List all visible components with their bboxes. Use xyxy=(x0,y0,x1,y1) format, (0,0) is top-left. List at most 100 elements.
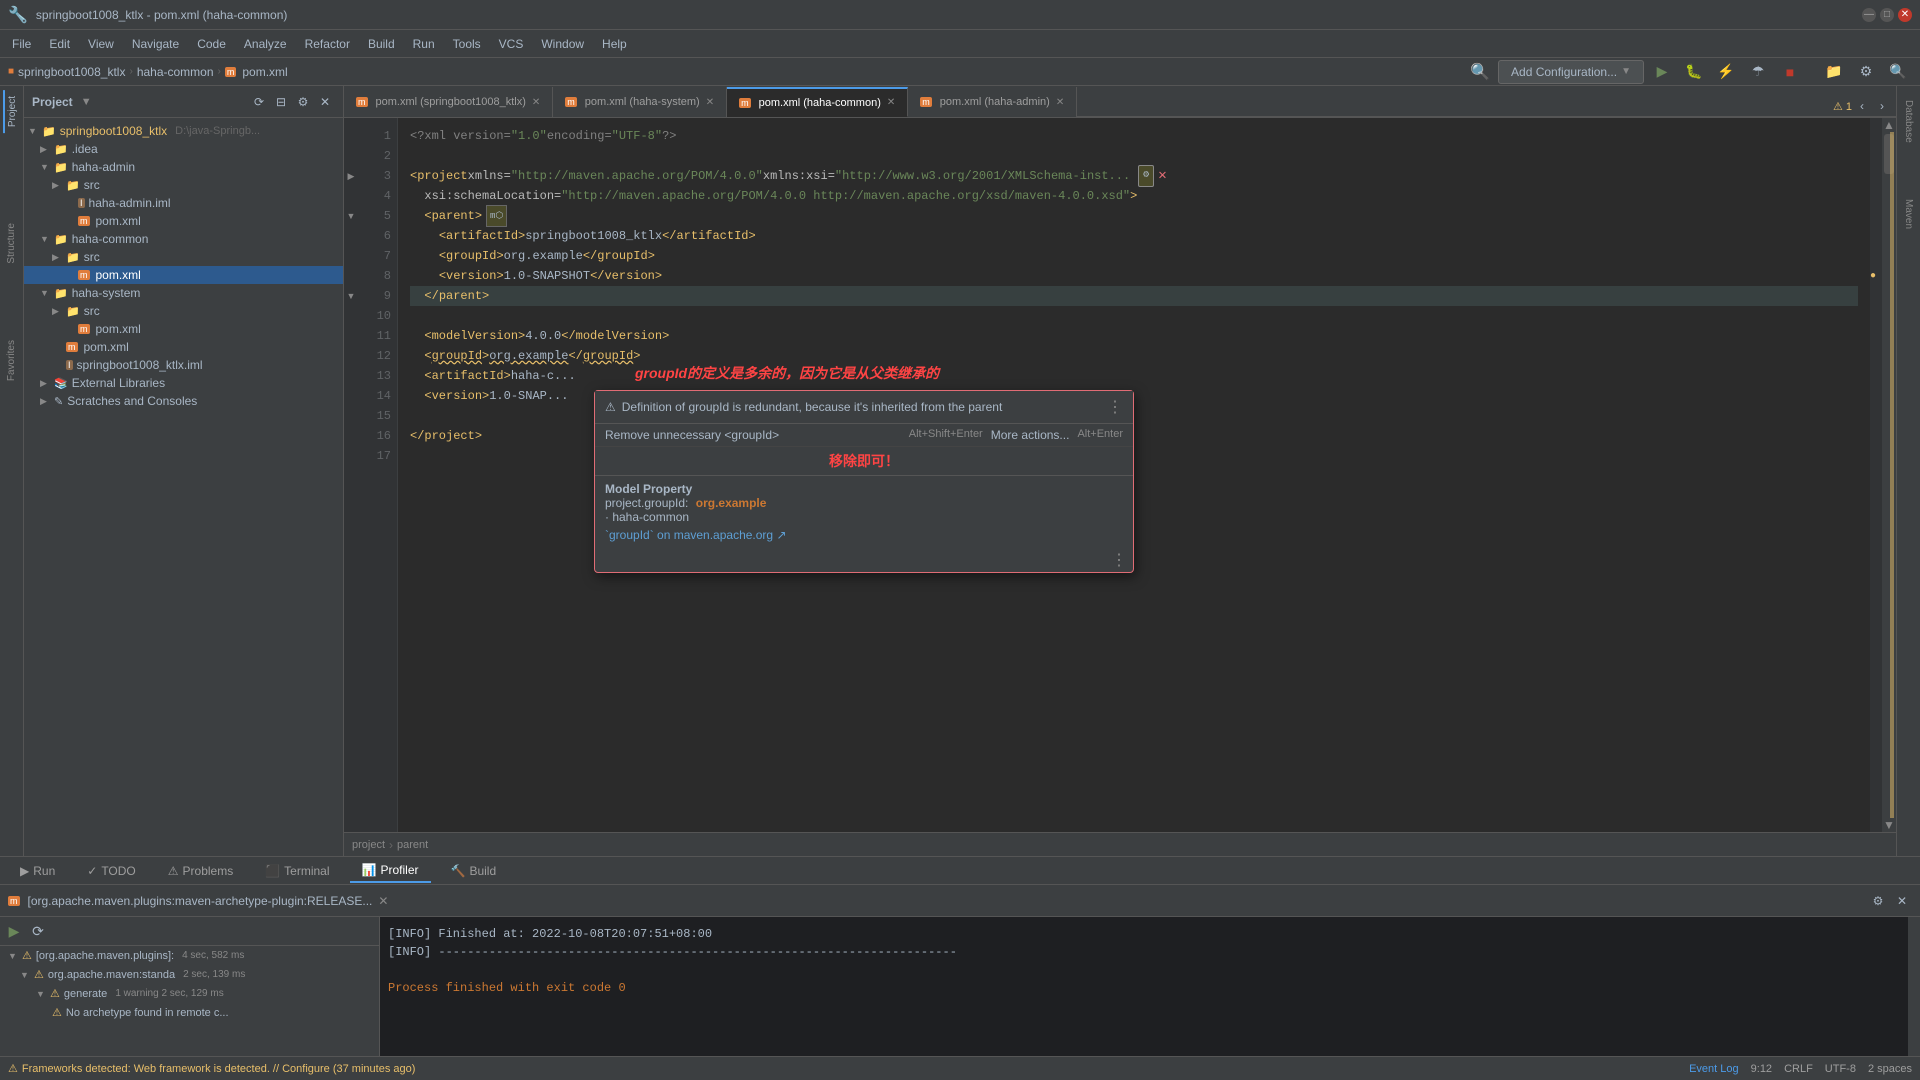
run-tree-root[interactable]: ▼ ⚠ [org.apache.maven.plugins]: 4 sec, 5… xyxy=(0,946,379,965)
tree-idea[interactable]: ▶ 📁 .idea xyxy=(24,140,343,158)
fold-3-icon[interactable]: ▶ xyxy=(348,166,355,186)
breadcrumb-project[interactable]: project xyxy=(352,839,385,851)
minimize-button[interactable]: — xyxy=(1862,8,1876,22)
collapse-all-button[interactable]: ⊟ xyxy=(271,92,291,112)
menu-tools[interactable]: Tools xyxy=(445,33,489,55)
tree-common-pom[interactable]: ▶ m pom.xml xyxy=(24,266,343,284)
bottom-scrollbar[interactable] xyxy=(1908,917,1920,1056)
maven-tab[interactable]: Maven xyxy=(1901,193,1916,235)
scroll-left-tab[interactable]: ‹ xyxy=(1852,96,1872,116)
tab4-close[interactable]: ✕ xyxy=(1056,97,1064,108)
project-dropdown-icon[interactable]: ▼ xyxy=(81,96,92,108)
run-tree-noarchetype[interactable]: ⚠ No archetype found in remote c... xyxy=(0,1003,379,1022)
panel-settings-button[interactable]: ⚙ xyxy=(293,92,313,112)
scroll-track[interactable] xyxy=(1882,132,1896,818)
run-play-button[interactable]: ▶ xyxy=(4,921,24,941)
menu-build[interactable]: Build xyxy=(360,33,403,55)
breadcrumb-parent[interactable]: parent xyxy=(397,839,428,851)
breadcrumb-module[interactable]: haha-common xyxy=(137,65,214,79)
search-everywhere-button[interactable]: 🔍 xyxy=(1466,58,1494,86)
tab-pom-ktlx[interactable]: m pom.xml (springboot1008_ktlx) ✕ xyxy=(344,87,553,117)
scroll-right-tab[interactable]: › xyxy=(1872,96,1892,116)
run-button[interactable]: ▶ xyxy=(1648,58,1676,86)
tab1-close[interactable]: ✕ xyxy=(532,97,540,108)
tree-root-iml[interactable]: ▶ I springboot1008_ktlx.iml xyxy=(24,356,343,374)
tab2-close[interactable]: ✕ xyxy=(706,97,714,108)
run-bottom-tab[interactable]: ▶ Run xyxy=(8,860,67,882)
run-tree-standa[interactable]: ▼ ⚠ org.apache.maven:standa 2 sec, 139 m… xyxy=(0,965,379,984)
close-panel-button[interactable]: ✕ xyxy=(315,92,335,112)
tree-admin-src[interactable]: ▶ 📁 src xyxy=(24,176,343,194)
run-close-icon[interactable]: ✕ xyxy=(378,894,388,908)
build-bottom-tab[interactable]: 🔨 Build xyxy=(439,860,509,882)
tab-pom-common[interactable]: m pom.xml (haha-common) ✕ xyxy=(727,87,908,117)
menu-analyze[interactable]: Analyze xyxy=(236,33,295,55)
indent-settings[interactable]: 2 spaces xyxy=(1868,1063,1912,1075)
profile-button[interactable]: ⚡ xyxy=(1712,58,1740,86)
tree-scratches[interactable]: ▶ ✎ Scratches and Consoles xyxy=(24,392,343,410)
tree-admin-iml[interactable]: ▶ I haha-admin.iml xyxy=(24,194,343,212)
maven-action-icon[interactable]: ⚙ xyxy=(1138,165,1154,187)
add-config-button[interactable]: Add Configuration... ▼ xyxy=(1498,60,1644,84)
tooltip-footer-options-button[interactable]: ⋮ xyxy=(1111,550,1127,570)
coverage-button[interactable]: ☂ xyxy=(1744,58,1772,86)
tree-admin-pom[interactable]: ▶ m pom.xml xyxy=(24,212,343,230)
menu-file[interactable]: File xyxy=(4,33,39,55)
menu-view[interactable]: View xyxy=(80,33,122,55)
tab-pom-system[interactable]: m pom.xml (haha-system) ✕ xyxy=(553,87,727,117)
tree-root-pom[interactable]: ▶ m pom.xml xyxy=(24,338,343,356)
project-tab[interactable]: Project xyxy=(3,90,20,133)
gutter-5[interactable]: ▼ xyxy=(344,206,358,226)
gutter-3[interactable]: ▶ xyxy=(344,166,358,186)
scroll-up-button[interactable]: ▲ xyxy=(1882,118,1896,132)
tree-haha-common[interactable]: ▼ 📁 haha-common xyxy=(24,230,343,248)
more-actions-label[interactable]: More actions... xyxy=(991,428,1070,442)
event-log-link[interactable]: Event Log xyxy=(1689,1063,1739,1075)
line-separator[interactable]: CRLF xyxy=(1784,1063,1813,1075)
tooltip-options-button[interactable]: ⋮ xyxy=(1107,397,1123,417)
maximize-button[interactable]: □ xyxy=(1880,8,1894,22)
run-tree-generate[interactable]: ▼ ⚠ generate 1 warning 2 sec, 129 ms xyxy=(0,984,379,1003)
tree-haha-admin[interactable]: ▼ 📁 haha-admin xyxy=(24,158,343,176)
structure-tab-left[interactable]: Structure xyxy=(4,217,19,270)
tree-external-libs[interactable]: ▶ 📚 External Libraries xyxy=(24,374,343,392)
file-encoding[interactable]: UTF-8 xyxy=(1825,1063,1856,1075)
debug-button[interactable]: 🐛 xyxy=(1680,58,1708,86)
tree-system-src[interactable]: ▶ 📁 src xyxy=(24,302,343,320)
profiler-bottom-tab[interactable]: 📊 Profiler xyxy=(350,859,431,883)
stop-button[interactable]: ■ xyxy=(1776,58,1804,86)
run-settings-button[interactable]: ⚙ xyxy=(1868,891,1888,911)
menu-vcs[interactable]: VCS xyxy=(491,33,532,55)
gutter-9[interactable]: ▼ xyxy=(344,286,358,306)
tab-pom-admin[interactable]: m pom.xml (haha-admin) ✕ xyxy=(908,87,1077,117)
favorites-tab[interactable]: Favorites xyxy=(4,334,19,387)
menu-window[interactable]: Window xyxy=(533,33,592,55)
menu-edit[interactable]: Edit xyxy=(41,33,78,55)
tree-haha-system[interactable]: ▼ 📁 haha-system xyxy=(24,284,343,302)
run-rerun-button[interactable]: ⟳ xyxy=(28,921,48,941)
search-button[interactable]: 🔍 xyxy=(1884,58,1912,86)
tree-common-src[interactable]: ▶ 📁 src xyxy=(24,248,343,266)
maven-org-link[interactable]: `groupId` on maven.apache.org ↗ xyxy=(605,528,787,542)
menu-help[interactable]: Help xyxy=(594,33,635,55)
problems-bottom-tab[interactable]: ⚠ Problems xyxy=(156,860,245,882)
terminal-bottom-tab[interactable]: ⬛ Terminal xyxy=(253,860,341,882)
close-hint-icon[interactable]: ✕ xyxy=(1158,166,1166,186)
editor-scrollbar[interactable]: ▲ ▼ xyxy=(1882,118,1896,832)
menu-navigate[interactable]: Navigate xyxy=(124,33,187,55)
fold-5-icon[interactable]: ▼ xyxy=(347,206,356,226)
scroll-down-button[interactable]: ▼ xyxy=(1882,818,1896,832)
project-structure-button[interactable]: 📁 xyxy=(1820,58,1848,86)
menu-refactor[interactable]: Refactor xyxy=(297,33,358,55)
menu-run[interactable]: Run xyxy=(405,33,443,55)
tree-system-pom[interactable]: ▶ m pom.xml xyxy=(24,320,343,338)
todo-bottom-tab[interactable]: ✓ TODO xyxy=(75,860,148,882)
fold-9-icon[interactable]: ▼ xyxy=(347,286,356,306)
breadcrumb-root[interactable]: springboot1008_ktlx xyxy=(18,65,125,79)
tab3-close[interactable]: ✕ xyxy=(887,97,895,108)
run-close-button[interactable]: ✕ xyxy=(1892,891,1912,911)
menu-code[interactable]: Code xyxy=(189,33,234,55)
tree-root[interactable]: ▼ 📁 springboot1008_ktlx D:\java-Springb.… xyxy=(24,122,343,140)
database-tab[interactable]: Database xyxy=(1901,94,1916,149)
settings-button[interactable]: ⚙ xyxy=(1852,58,1880,86)
